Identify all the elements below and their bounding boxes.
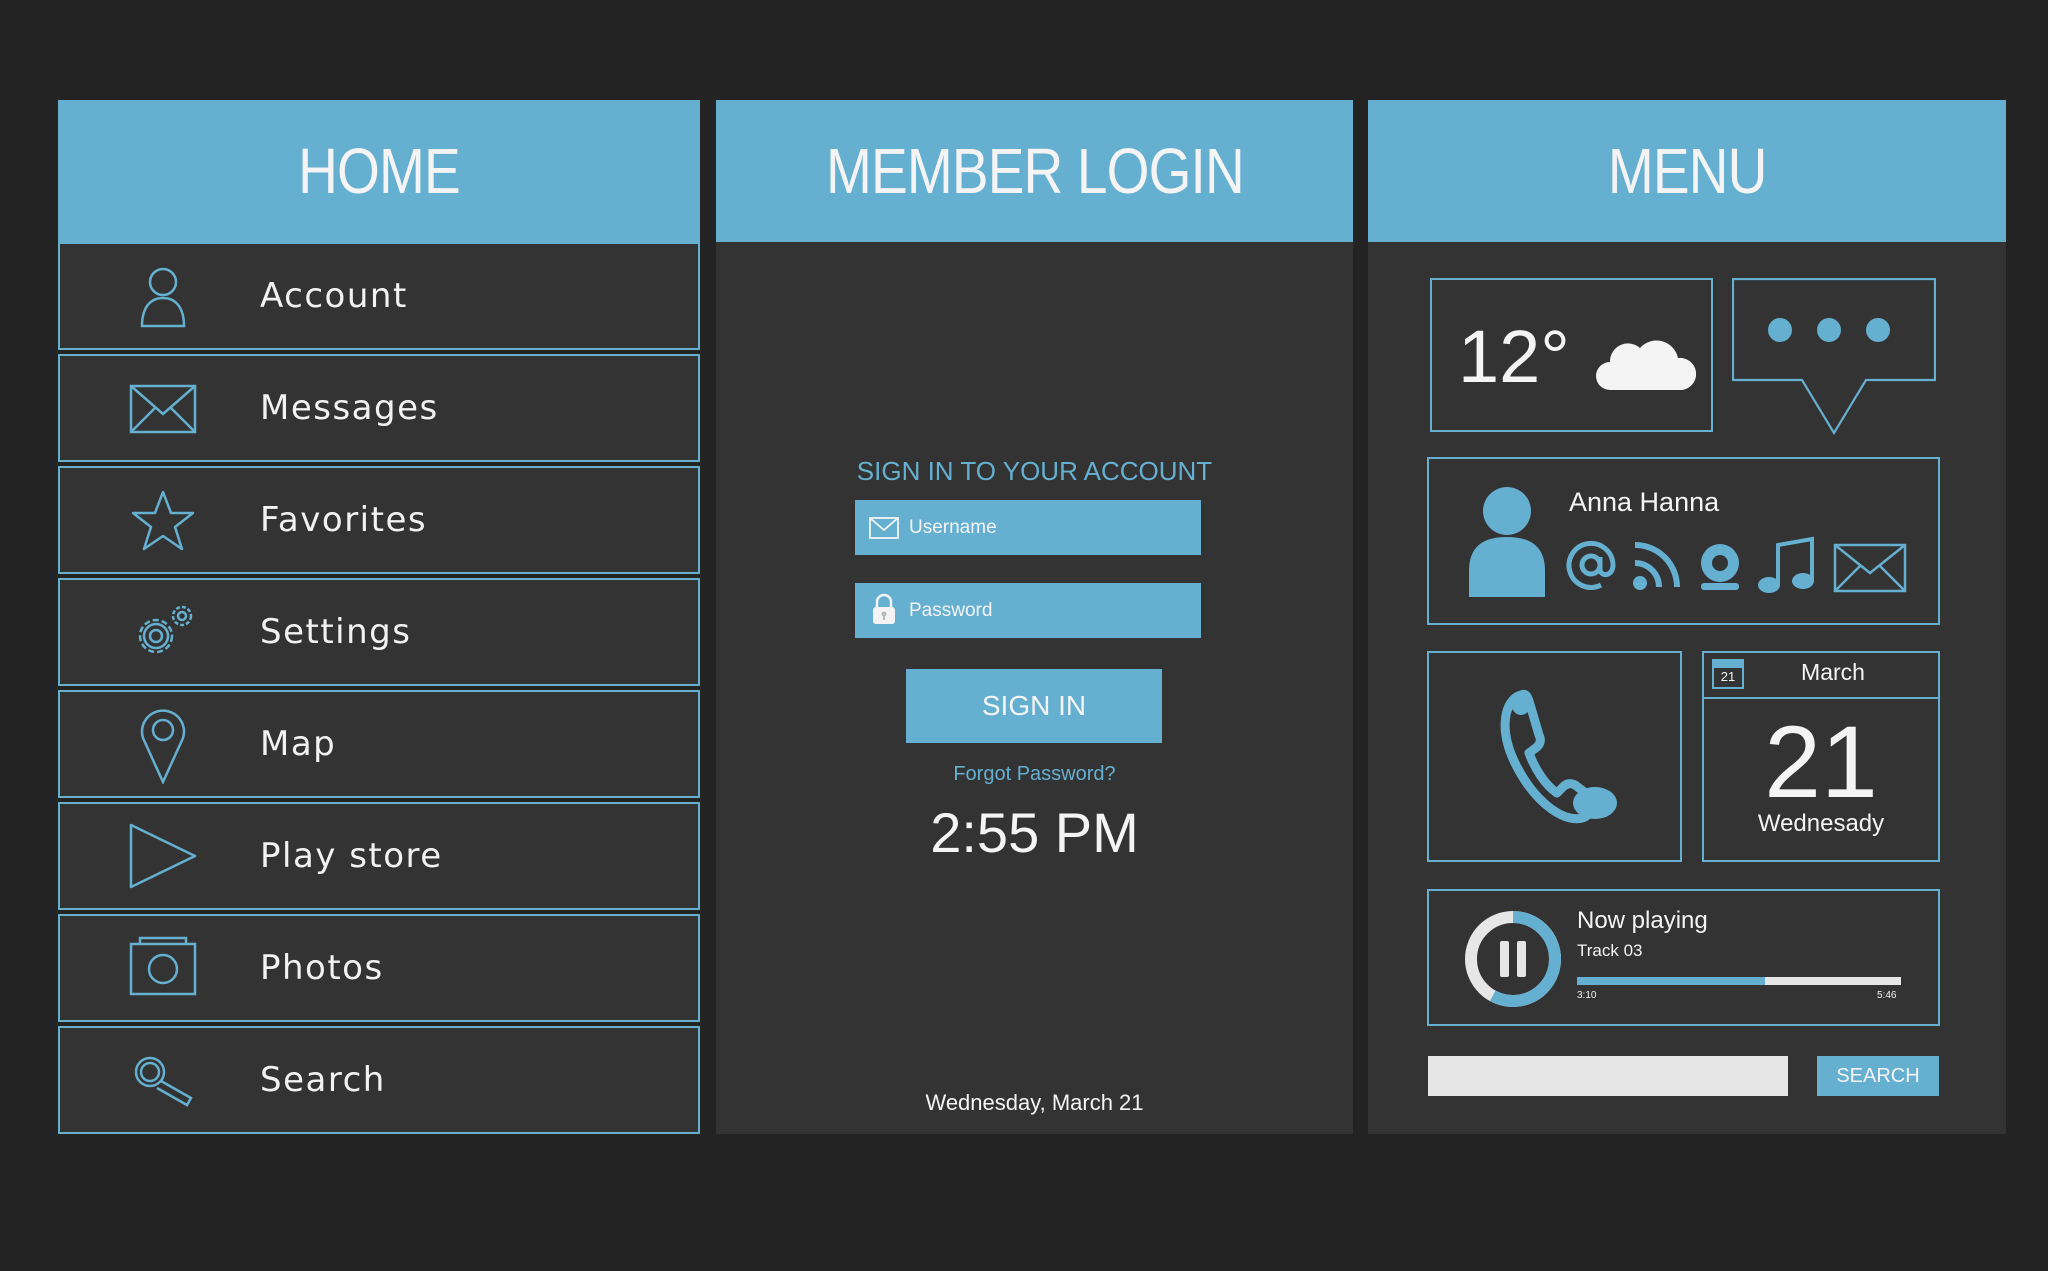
map-pin-icon [140, 709, 186, 784]
username-input[interactable] [909, 500, 1189, 555]
menu-panel: MENU 12° Anna Hanna 21 March 21 Wednesad… [1368, 100, 2006, 1134]
envelope-icon[interactable] [1833, 543, 1907, 593]
username-field-box [855, 500, 1201, 555]
sign-in-button[interactable]: SIGN IN [906, 669, 1162, 743]
menu-item-play-store[interactable]: Play store [58, 802, 700, 910]
user-icon [140, 267, 186, 328]
login-panel: MEMBER LOGIN SIGN IN TO YOUR ACCOUNT SIG… [716, 100, 1353, 1134]
elapsed-time: 3:10 [1577, 990, 1597, 1001]
login-subtitle: SIGN IN TO YOUR ACCOUNT [856, 456, 1213, 486]
envelope-icon [129, 384, 197, 434]
phone-tile[interactable] [1427, 651, 1682, 862]
menu-item-photos[interactable]: Photos [58, 914, 700, 1022]
menu-item-label: Search [260, 1060, 386, 1100]
gear-icon [138, 605, 193, 654]
calendar-tile[interactable]: 21 March 21 Wednesady [1702, 651, 1940, 862]
menu-item-label: Favorites [260, 500, 428, 540]
camera-icon [129, 936, 197, 996]
menu-item-account[interactable]: Account [58, 242, 700, 350]
chat-bubble-tile[interactable] [1731, 277, 1937, 436]
phone-icon [1500, 689, 1617, 824]
login-title: MEMBER LOGIN [825, 135, 1245, 207]
home-panel: HOME Account Messages Favorites Settings… [58, 100, 700, 1134]
menu-item-label: Account [260, 276, 408, 316]
menu-item-label: Play store [260, 836, 443, 876]
lock-icon [873, 593, 895, 624]
menu-item-favorites[interactable]: Favorites [58, 466, 700, 574]
menu-item-label: Photos [260, 948, 384, 988]
password-field-box [855, 583, 1201, 638]
password-input[interactable] [909, 583, 1189, 638]
now-playing-label: Now playing [1577, 907, 1708, 934]
menu-item-label: Map [260, 724, 337, 764]
menu-item-messages[interactable]: Messages [58, 354, 700, 462]
at-sign-icon[interactable] [1561, 537, 1621, 593]
menu-item-search[interactable]: Search [58, 1026, 700, 1134]
temperature-value: 12° [1458, 315, 1570, 398]
calendar-month: March [1801, 659, 1865, 685]
track-name: Track 03 [1577, 941, 1643, 960]
total-time: 5:46 [1877, 990, 1897, 1001]
music-note-icon[interactable] [1755, 535, 1817, 595]
current-date: Wednesday, March 21 [925, 1090, 1144, 1115]
calendar-divider [1704, 697, 1938, 699]
search-button[interactable]: SEARCH [1817, 1056, 1939, 1096]
clock-time: 2:55 PM [930, 801, 1139, 864]
login-header: MEMBER LOGIN [716, 100, 1353, 242]
person-icon [1469, 487, 1545, 597]
menu-item-label: Messages [260, 388, 439, 428]
menu-header: MENU [1368, 100, 2006, 242]
track-progress-bar[interactable] [1577, 977, 1901, 985]
home-header: HOME [58, 100, 700, 242]
track-progress-fill [1577, 977, 1765, 985]
music-player-tile: Now playing Track 03 3:10 5:46 [1427, 889, 1940, 1026]
rss-icon[interactable] [1631, 539, 1683, 591]
search-icon [134, 1056, 193, 1107]
menu-item-label: Settings [260, 612, 412, 652]
calendar-day: 21 [1764, 705, 1878, 819]
search-input[interactable] [1428, 1056, 1788, 1096]
contact-name: Anna Hanna [1569, 487, 1720, 517]
menu-item-settings[interactable]: Settings [58, 578, 700, 686]
menu-item-map[interactable]: Map [58, 690, 700, 798]
contact-tile[interactable]: Anna Hanna [1427, 457, 1940, 625]
webcam-icon[interactable] [1693, 539, 1747, 593]
pause-button[interactable] [1463, 909, 1563, 1009]
home-title: HOME [298, 135, 461, 207]
play-icon [129, 823, 197, 889]
menu-title: MENU [1607, 135, 1767, 207]
envelope-icon [869, 517, 899, 539]
speech-bubble-icon [1731, 277, 1937, 436]
cloud-icon [1596, 340, 1696, 390]
weather-tile[interactable]: 12° [1430, 278, 1713, 432]
forgot-password-link[interactable]: Forgot Password? [716, 763, 1353, 786]
star-icon [131, 490, 195, 551]
calendar-weekday: Wednesady [1757, 810, 1885, 837]
